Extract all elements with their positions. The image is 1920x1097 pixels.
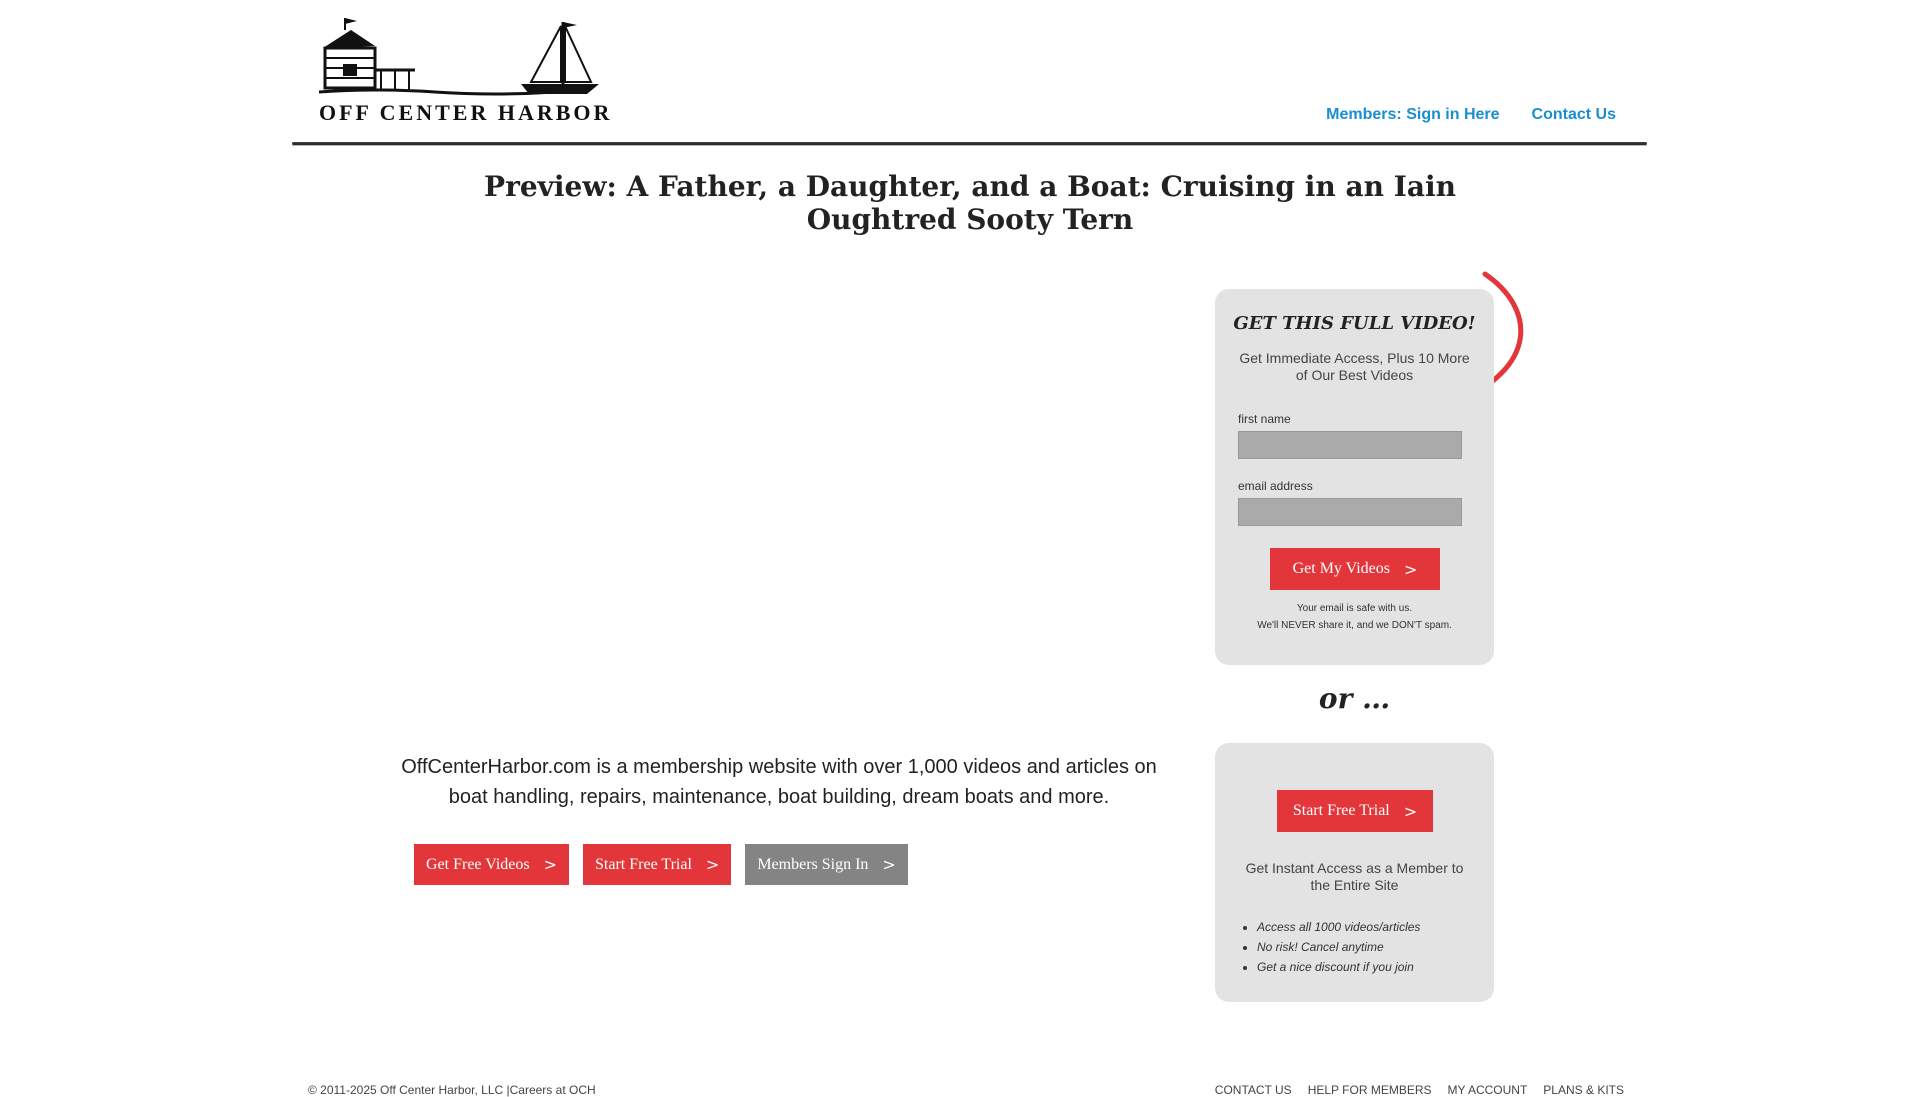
footer-my-account-link[interactable]: MY ACCOUNT	[1448, 1083, 1528, 1097]
privacy-note: Your email is safe with us. We'll NEVER …	[1215, 600, 1494, 634]
members-sign-in-button[interactable]: Members Sign In >	[745, 844, 908, 885]
privacy-note-line-2: We'll NEVER share it, and we DON'T spam.	[1257, 620, 1452, 631]
chevron-right-icon: >	[1404, 559, 1418, 579]
start-free-trial-panel-label: Start Free Trial	[1292, 802, 1390, 819]
chevron-right-icon: >	[705, 855, 720, 874]
privacy-note-line-1: Your email is safe with us.	[1296, 603, 1413, 614]
cta-button-row: Get Free Videos > Start Free Trial > Mem…	[414, 844, 908, 885]
members-sign-in-label: Members Sign In	[757, 855, 869, 873]
get-free-videos-button[interactable]: Get Free Videos >	[414, 844, 570, 885]
footer-nav: CONTACT US HELP FOR MEMBERS MY ACCOUNT P…	[1215, 1083, 1624, 1097]
footer-copyright: © 2011-2025 Off Center Harbor, LLC |Care…	[308, 1083, 596, 1097]
get-free-videos-label: Get Free Videos	[426, 855, 530, 873]
first-name-label: first name	[1238, 412, 1291, 426]
chevron-right-icon: >	[543, 855, 558, 874]
email-field[interactable]	[1238, 498, 1462, 526]
footer-help-link[interactable]: HELP FOR MEMBERS	[1308, 1083, 1432, 1097]
trial-panel: Start Free Trial > Get Instant Access as…	[1215, 743, 1494, 1002]
footer-plans-kits-link[interactable]: PLANS & KITS	[1543, 1083, 1624, 1097]
chevron-right-icon: >	[882, 855, 896, 874]
site-logo[interactable]: OFF CENTER HARBOR	[315, 12, 609, 128]
site-description: OffCenterHarbor.com is a membership webs…	[401, 756, 1157, 808]
footer-contact-us-link[interactable]: CONTACT US	[1215, 1083, 1292, 1097]
get-my-videos-label: Get My Videos	[1292, 560, 1390, 577]
trial-subheading: Get Instant Access as a Member to the En…	[1245, 860, 1464, 893]
logo-text: OFF CENTER HARBOR	[319, 100, 613, 125]
start-free-trial-label: Start Free Trial	[595, 855, 692, 873]
page: OFF CENTER HARBOR Members: Sign in Here …	[0, 0, 1920, 1097]
start-free-trial-panel-button[interactable]: Start Free Trial >	[1277, 790, 1433, 832]
feature-item: No risk! Cancel anytime	[1257, 937, 1420, 957]
feature-item: Get a nice discount if you join	[1257, 957, 1420, 977]
start-free-trial-button[interactable]: Start Free Trial >	[583, 844, 732, 885]
chevron-right-icon: >	[1403, 801, 1418, 821]
first-name-field[interactable]	[1238, 431, 1462, 459]
signup-subheading: Get Immediate Access, Plus 10 More of Ou…	[1239, 350, 1470, 383]
get-my-videos-button[interactable]: Get My Videos >	[1270, 548, 1440, 590]
contact-us-link[interactable]: Contact Us	[1532, 106, 1616, 124]
page-title: Preview: A Father, a Daughter, and a Boa…	[484, 170, 1456, 236]
trial-feature-list: Access all 1000 videos/articles No risk!…	[1237, 917, 1420, 977]
members-sign-in-link[interactable]: Members: Sign in Here	[1326, 106, 1499, 124]
feature-item: Access all 1000 videos/articles	[1257, 917, 1420, 937]
email-label: email address	[1238, 479, 1313, 493]
harbor-logo-icon	[318, 18, 599, 96]
top-nav: Members: Sign in Here Contact Us	[1326, 106, 1616, 124]
signup-heading: GET THIS FULL VIDEO!	[1233, 313, 1476, 334]
signup-panel: GET THIS FULL VIDEO! Get Immediate Acces…	[1215, 289, 1494, 665]
or-separator: or …	[1318, 682, 1391, 715]
header-divider-shadow	[292, 145, 1647, 146]
